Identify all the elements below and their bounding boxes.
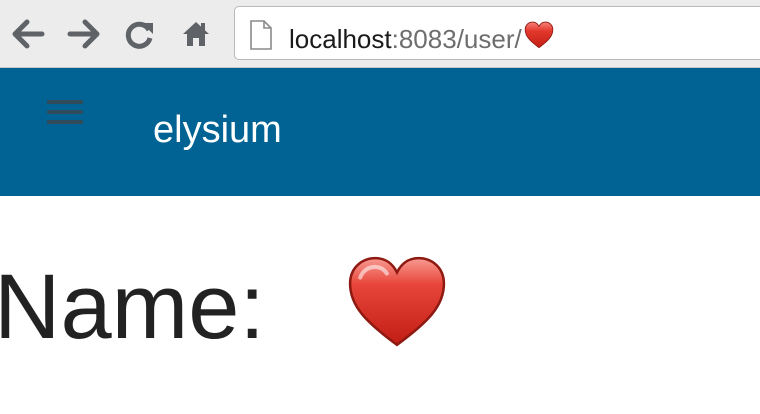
url-path: :8083/user/ <box>391 24 522 54</box>
reload-icon <box>125 21 153 49</box>
hamburger-menu-icon[interactable] <box>40 93 90 133</box>
back-button[interactable] <box>10 16 46 52</box>
url-text: localhost:8083/user/ <box>289 20 554 53</box>
name-label: Name: <box>0 256 265 358</box>
reload-button[interactable] <box>122 16 158 52</box>
address-bar[interactable]: localhost:8083/user/ <box>234 6 760 60</box>
page-icon <box>250 20 272 50</box>
home-icon <box>183 22 209 46</box>
forward-button[interactable] <box>66 16 102 52</box>
home-button[interactable] <box>178 16 214 52</box>
app-title: elysium <box>153 109 282 151</box>
url-host: localhost <box>289 24 392 54</box>
main-content: Name: <box>0 196 760 414</box>
app-header: elysium <box>0 68 760 196</box>
heart-icon <box>348 256 446 347</box>
browser-toolbar: localhost:8083/user/ <box>0 0 760 68</box>
arrow-right-icon <box>67 19 100 49</box>
arrow-left-icon <box>12 19 45 49</box>
heart-icon <box>524 21 553 49</box>
